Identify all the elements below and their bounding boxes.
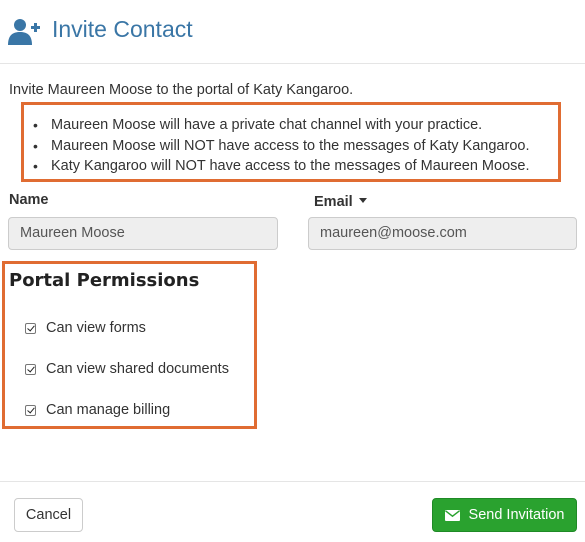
send-invitation-button[interactable]: Send Invitation (432, 498, 577, 532)
email-field: maureen@moose.com (308, 217, 577, 250)
notice-item: • Katy Kangaroo will NOT have access to t… (33, 156, 530, 177)
name-label: Name (9, 192, 49, 208)
email-label-text: Email (314, 194, 353, 210)
permission-label: Can manage billing (46, 402, 171, 418)
permissions-title: Portal Permissions (9, 270, 200, 291)
notice-text: Maureen Moose will have a private chat c… (51, 117, 483, 133)
cancel-button[interactable]: Cancel (14, 498, 83, 532)
notice-item: • Maureen Moose will have a private chat … (33, 115, 529, 136)
envelope-icon (444, 509, 460, 521)
checkbox-checked[interactable] (25, 363, 36, 375)
permission-view-forms[interactable]: Can view forms (25, 318, 146, 338)
email-label[interactable]: Email (314, 194, 367, 210)
footer-divider (0, 481, 585, 482)
send-invitation-label: Send Invitation (468, 507, 565, 523)
notice-box: • Maureen Moose will have a private chat … (21, 102, 561, 182)
name-field: Maureen Moose (8, 217, 278, 250)
notice-item: • Maureen Moose will NOT have access to t… (33, 136, 530, 157)
notice-list: • Maureen Moose will have a private chat … (24, 115, 529, 177)
modal-header: Invite Contact (0, 0, 585, 64)
modal-title: Invite Contact (52, 16, 193, 42)
bullet-icon: • (33, 158, 38, 174)
checkbox-checked[interactable] (25, 404, 36, 416)
caret-down-icon[interactable] (358, 197, 367, 203)
permission-manage-billing[interactable]: Can manage billing (25, 400, 170, 420)
permission-view-shared-documents[interactable]: Can view shared documents (25, 359, 229, 379)
permission-label: Can view forms (46, 320, 146, 336)
bullet-icon: • (33, 137, 38, 154)
bullet-icon: • (33, 117, 38, 133)
permission-label: Can view shared documents (46, 361, 229, 377)
user-plus-icon (8, 19, 40, 45)
notice-text: Katy Kangaroo will NOT have access to th… (51, 158, 530, 174)
portal-permissions-box: Portal Permissions Can view forms Can vi… (2, 261, 257, 429)
notice-text: Maureen Moose will NOT have access to th… (51, 137, 530, 154)
intro-text: Invite Maureen Moose to the portal of Ka… (9, 82, 354, 98)
checkbox-checked[interactable] (25, 322, 36, 334)
